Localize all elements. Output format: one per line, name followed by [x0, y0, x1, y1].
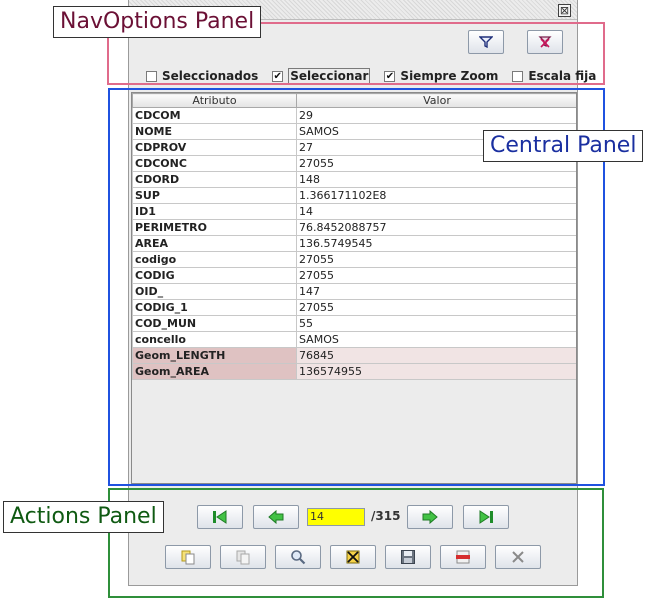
actions-panel-outline: [108, 488, 604, 598]
navoptions-panel-label: NavOptions Panel: [53, 6, 262, 38]
actions-panel-label: Actions Panel: [3, 501, 164, 533]
close-icon[interactable]: ⊠: [558, 4, 571, 17]
central-panel-label: Central Panel: [483, 130, 644, 162]
screenshot: ⊠ Seleccionados ✔ Seleccionar ✔ Siempre …: [0, 0, 666, 599]
